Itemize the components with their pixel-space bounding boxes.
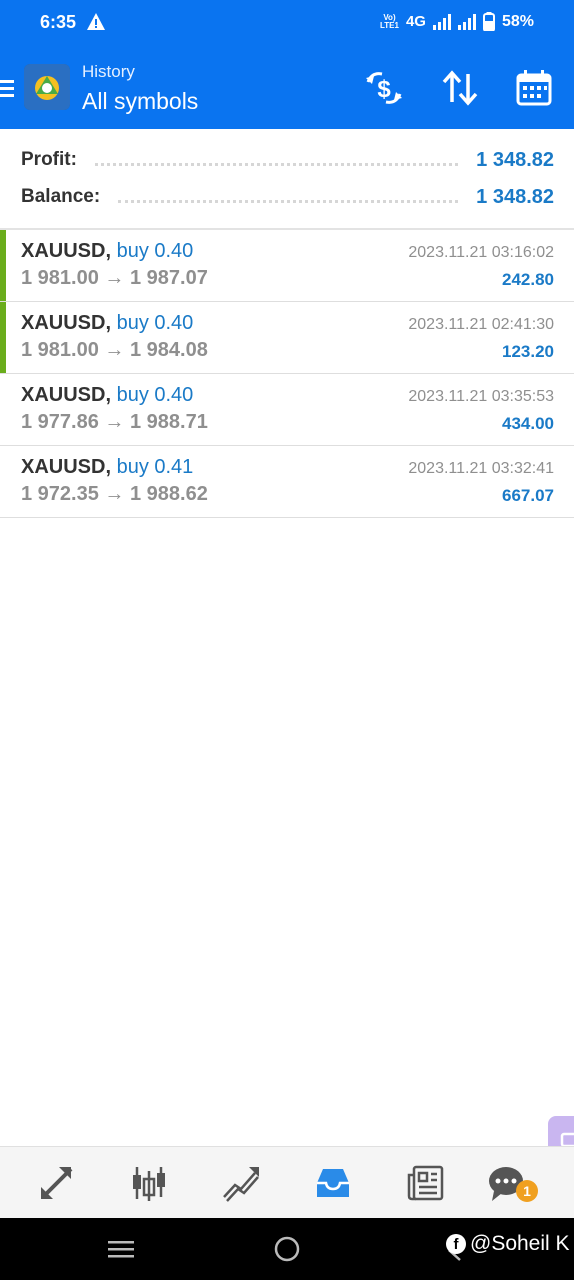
deal-profit: 434.00: [502, 414, 554, 433]
deal-prices: 1 977.86 → 1 988.71: [21, 411, 208, 433]
deal-symbol: XAUUSD, buy 0.40: [21, 312, 194, 334]
deal-time: 2023.11.21 02:41:30: [408, 316, 554, 333]
profit-value: 1 348.82: [476, 148, 554, 171]
svg-text:$: $: [377, 76, 391, 103]
balance-value: 1 348.82: [476, 185, 554, 208]
profit-row: Profit: 1 348.82: [21, 145, 554, 175]
balance-label: Balance:: [21, 186, 101, 207]
watermark-text: @Soheil K: [470, 1232, 570, 1255]
deal-time: 2023.11.21 03:32:41: [408, 460, 554, 477]
chat-badge: 1: [516, 1180, 538, 1202]
watermark: f @Soheil K: [446, 1232, 570, 1256]
status-indicators: Vo) LTE1 4G 58%: [380, 12, 534, 31]
status-time: 6:35: [40, 12, 77, 32]
battery-percent: 58%: [501, 12, 534, 30]
app-bar: History All symbols $: [0, 56, 574, 122]
signal-icon-2: [457, 13, 476, 30]
deal-type: buy 0.40: [116, 240, 194, 262]
calendar-icon[interactable]: [514, 68, 554, 108]
deal-symbol: XAUUSD, buy 0.40: [21, 240, 194, 262]
dotted-leader: [94, 154, 459, 166]
deal-type: buy 0.41: [116, 456, 194, 478]
deal-time: 2023.11.21 03:16:02: [408, 244, 554, 261]
menu-icon[interactable]: [0, 78, 16, 98]
app-subtitle: History: [82, 62, 135, 81]
account-summary: Profit: 1 348.82 Balance: 1 348.82: [0, 129, 574, 229]
deal-prices: 1 981.00 → 1 984.08: [21, 339, 208, 361]
recent-apps-icon[interactable]: [108, 1240, 134, 1260]
deal-type: buy 0.40: [116, 312, 194, 334]
home-icon[interactable]: [274, 1236, 300, 1262]
news-icon[interactable]: [406, 1163, 446, 1203]
deal-row[interactable]: XAUUSD, buy 0.41 1 972.35 → 1 988.62 202…: [0, 446, 574, 518]
bottom-navigation: [0, 1146, 574, 1218]
signal-icon: [432, 13, 451, 30]
warning-icon: [87, 13, 105, 30]
deal-symbol: XAUUSD, buy 0.41: [21, 456, 194, 478]
deal-profit: 242.80: [502, 270, 554, 289]
page-title[interactable]: All symbols: [82, 88, 198, 115]
currency-exchange-icon[interactable]: $: [364, 68, 404, 108]
balance-row: Balance: 1 348.82: [21, 182, 554, 212]
deal-prices: 1 981.00 → 1 987.07: [21, 267, 208, 289]
deal-marker: [0, 302, 6, 373]
facebook-icon: f: [446, 1234, 466, 1254]
deal-prices: 1 972.35 → 1 988.62: [21, 483, 208, 505]
chart-icon[interactable]: [129, 1163, 169, 1203]
metatrader-logo-icon: [24, 64, 70, 110]
deal-profit: 667.07: [502, 486, 554, 505]
deal-profit: 123.20: [502, 342, 554, 361]
top-bar: 6:35 Vo) LTE1 4G 58% History All symbols…: [0, 0, 574, 129]
volte-icon: Vo) LTE1: [379, 12, 399, 30]
battery-icon: [482, 12, 495, 31]
profit-label: Profit:: [21, 149, 77, 170]
trade-icon[interactable]: [221, 1163, 261, 1203]
dotted-leader: [118, 191, 459, 203]
deal-row[interactable]: XAUUSD, buy 0.40 1 981.00 → 1 987.07 202…: [0, 230, 574, 302]
deal-row[interactable]: XAUUSD, buy 0.40 1 981.00 → 1 984.08 202…: [0, 302, 574, 374]
deal-time: 2023.11.21 03:35:53: [408, 388, 554, 405]
deal-marker: [0, 230, 6, 301]
sort-icon[interactable]: [440, 68, 480, 108]
status-bar: 6:35 Vo) LTE1 4G 58%: [0, 0, 574, 48]
deal-row[interactable]: XAUUSD, buy 0.40 1 977.86 → 1 988.71 202…: [0, 374, 574, 446]
network-type: 4G: [405, 13, 426, 30]
deal-type: buy 0.40: [116, 384, 194, 406]
quotes-icon[interactable]: [37, 1163, 77, 1203]
history-icon[interactable]: [313, 1163, 353, 1203]
deal-symbol: XAUUSD, buy 0.40: [21, 384, 194, 406]
